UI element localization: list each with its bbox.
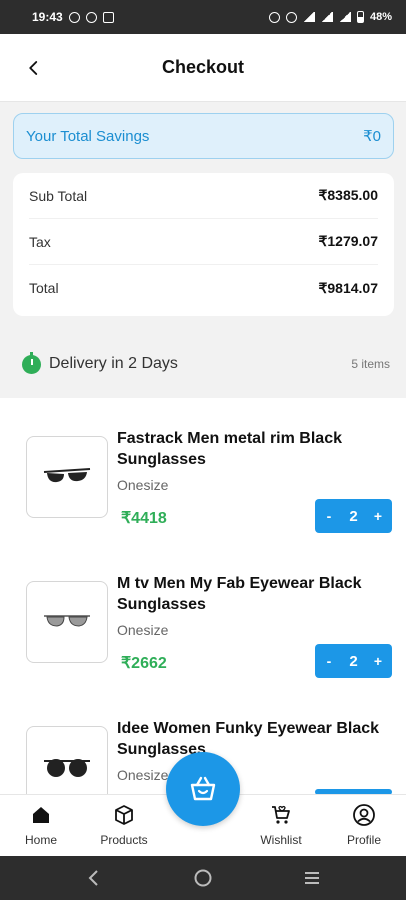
signal-icon-2 bbox=[338, 12, 351, 22]
savings-value: ₹0 bbox=[363, 128, 381, 145]
system-recents-icon[interactable] bbox=[302, 868, 322, 888]
quantity-stepper: - 2 + bbox=[315, 499, 392, 533]
total-row: Total ₹9814.07 bbox=[29, 265, 378, 311]
tax-row: Tax ₹1279.07 bbox=[29, 219, 378, 265]
product-size: Onesize bbox=[117, 477, 169, 493]
product-name[interactable]: M tv Men My Fab Eyewear Black Sunglasses bbox=[117, 573, 397, 615]
decrement-button[interactable]: - bbox=[323, 653, 335, 669]
back-button[interactable] bbox=[22, 56, 46, 80]
nav-profile-label: Profile bbox=[346, 833, 381, 847]
order-summary: Sub Total ₹8385.00 Tax ₹1279.07 Total ₹9… bbox=[13, 173, 394, 316]
subtotal-label: Sub Total bbox=[29, 187, 88, 204]
signal-icon bbox=[320, 12, 333, 22]
subtotal-value: ₹8385.00 bbox=[318, 187, 378, 203]
total-label: Total bbox=[29, 280, 59, 296]
nav-products-label: Products bbox=[100, 833, 148, 847]
nav-profile[interactable]: Profile bbox=[324, 803, 404, 847]
nav-home[interactable]: Home bbox=[1, 803, 81, 847]
cart-items-list: Fastrack Men metal rim Black Sunglasses … bbox=[0, 398, 406, 794]
wifi-icon bbox=[302, 12, 315, 22]
product-price: ₹2662 bbox=[121, 655, 167, 672]
status-time: 19:43 bbox=[32, 10, 63, 24]
product-image[interactable] bbox=[26, 581, 108, 663]
sunglasses-icon bbox=[44, 759, 90, 777]
volte-icon bbox=[285, 11, 297, 23]
subtotal-row: Sub Total ₹8385.00 bbox=[29, 173, 378, 219]
tax-label: Tax bbox=[29, 233, 51, 250]
quantity-stepper: - 2 + bbox=[315, 644, 392, 678]
nav-wishlist[interactable]: Wishlist bbox=[241, 803, 321, 847]
delivery-header: Delivery in 2 Days 5 items bbox=[22, 350, 390, 378]
whatsapp-icon bbox=[68, 11, 80, 23]
nav-wishlist-label: Wishlist bbox=[260, 833, 302, 847]
alarm-icon bbox=[268, 11, 280, 23]
increment-button[interactable]: + bbox=[372, 653, 384, 669]
tax-value: ₹1279.07 bbox=[318, 233, 378, 249]
delivery-label: Delivery in 2 Days bbox=[49, 355, 178, 372]
product-image[interactable] bbox=[26, 436, 108, 518]
product-size: Onesize bbox=[117, 622, 169, 638]
savings-banner: Your Total Savings ₹0 bbox=[13, 113, 394, 159]
system-back-icon[interactable] bbox=[84, 868, 104, 888]
sunglasses-icon bbox=[43, 468, 91, 483]
nav-products[interactable]: Products bbox=[84, 803, 164, 847]
sunglasses-icon bbox=[44, 615, 90, 627]
quantity-value: 2 bbox=[349, 652, 358, 670]
item-count: 5 items bbox=[351, 357, 390, 371]
telegram-icon bbox=[85, 11, 97, 23]
box-icon bbox=[115, 805, 133, 825]
increment-button[interactable]: + bbox=[372, 508, 384, 524]
profile-icon bbox=[353, 804, 375, 826]
nav-home-label: Home bbox=[24, 833, 57, 847]
wishlist-cart-icon bbox=[272, 805, 290, 824]
savings-label: Your Total Savings bbox=[26, 127, 150, 145]
cart-item: Fastrack Men metal rim Black Sunglasses … bbox=[0, 398, 406, 543]
product-size: Onesize bbox=[117, 767, 169, 783]
decrement-button[interactable]: - bbox=[323, 508, 335, 524]
chevron-left-icon bbox=[29, 61, 38, 75]
product-name[interactable]: Idee Women Funky Eyewear Black Sunglasse… bbox=[117, 718, 397, 760]
battery-percent: 48% bbox=[369, 11, 392, 23]
product-name[interactable]: Fastrack Men metal rim Black Sunglasses bbox=[117, 428, 397, 470]
home-icon bbox=[33, 807, 49, 823]
youtube-icon bbox=[102, 11, 114, 23]
basket-icon bbox=[190, 776, 216, 801]
system-home-icon[interactable] bbox=[193, 868, 213, 888]
system-nav-bar bbox=[0, 856, 406, 900]
stopwatch-icon bbox=[22, 351, 41, 374]
product-price: ₹4418 bbox=[121, 510, 167, 527]
battery-icon bbox=[356, 11, 364, 23]
product-image[interactable] bbox=[26, 726, 108, 794]
total-value: ₹9814.07 bbox=[318, 279, 378, 296]
cart-item: M tv Men My Fab Eyewear Black Sunglasses… bbox=[0, 543, 406, 688]
status-bar: 19:43 48% bbox=[0, 0, 406, 34]
page-title: Checkout bbox=[161, 57, 244, 77]
quantity-value: 2 bbox=[349, 507, 358, 525]
app-bar: Checkout bbox=[0, 34, 406, 102]
cart-fab-button[interactable] bbox=[166, 752, 240, 826]
